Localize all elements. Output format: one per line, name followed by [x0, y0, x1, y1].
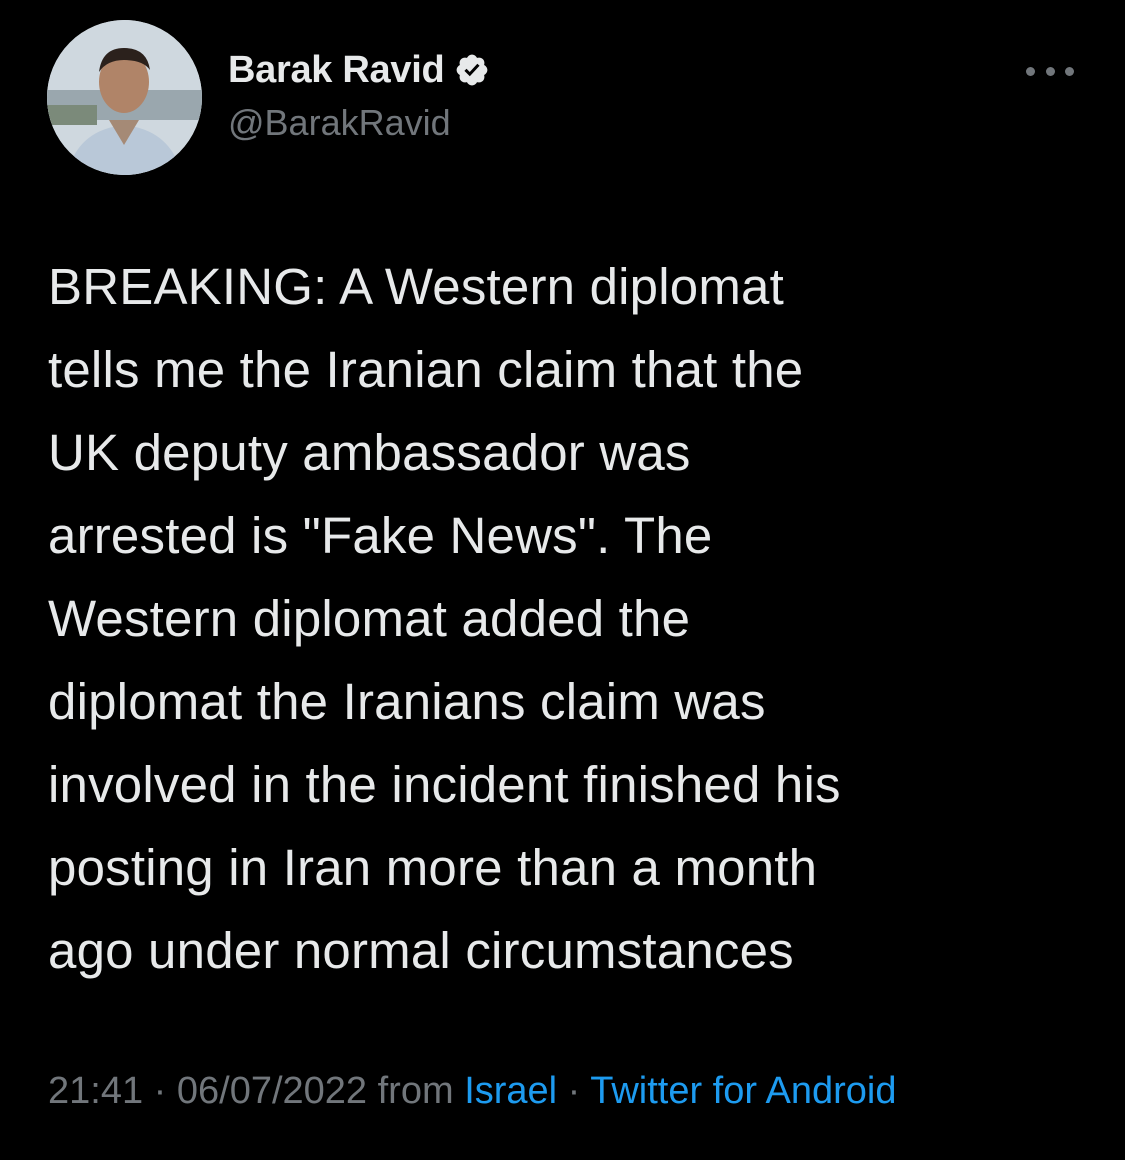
author-display-name[interactable]: Barak Ravid [228, 49, 445, 92]
avatar[interactable] [47, 20, 202, 175]
meta-separator: · [557, 1070, 591, 1112]
tweet-time[interactable]: 21:41 [48, 1070, 143, 1112]
avatar-photo [47, 20, 202, 175]
verified-badge-icon [454, 52, 490, 88]
tweet-text: BREAKING: A Western diplomat tells me th… [48, 258, 841, 979]
more-dot [1065, 66, 1074, 76]
more-dot [1026, 66, 1035, 76]
more-options-icon[interactable] [1026, 56, 1074, 86]
tweet-source-link[interactable]: Twitter for Android [590, 1070, 896, 1112]
more-dot [1045, 66, 1055, 76]
author-handle[interactable]: @BarakRavid [228, 102, 451, 144]
meta-separator: · [143, 1070, 177, 1112]
tweet-location-link[interactable]: Israel [464, 1070, 557, 1112]
tweet-date[interactable]: 06/07/2022 [177, 1070, 367, 1112]
from-label: from [367, 1070, 465, 1112]
tweet-meta: 21:41 · 06/07/2022 from Israel · Twitter… [48, 1070, 896, 1113]
author-name-row[interactable]: Barak Ravid [228, 46, 490, 94]
